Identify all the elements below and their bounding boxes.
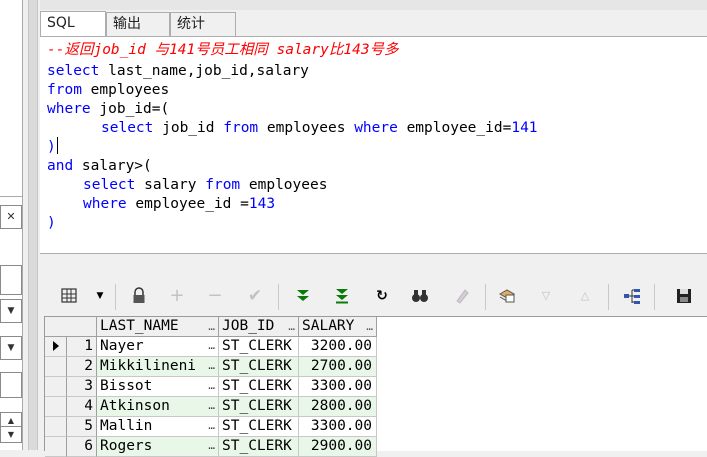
- row-indicator[interactable]: [45, 357, 67, 377]
- sql-line: where job_id=(: [47, 101, 170, 117]
- dock-combo[interactable]: [0, 265, 22, 295]
- table-cell-salary[interactable]: 3300.00: [299, 417, 377, 437]
- save-icon[interactable]: [674, 286, 694, 306]
- sql-line: select last_name,job_id,salary: [47, 63, 309, 79]
- filter-up-icon[interactable]: △: [575, 286, 595, 306]
- chevron-down-icon[interactable]: ▼: [0, 336, 22, 360]
- row-indicator[interactable]: [45, 377, 67, 397]
- fetch-next-icon[interactable]: [293, 286, 313, 306]
- table-cell-job-id[interactable]: ST_CLERK: [219, 337, 299, 357]
- clear-icon[interactable]: [452, 286, 472, 306]
- table-cell-salary[interactable]: 2700.00: [299, 357, 377, 377]
- row-number[interactable]: 6: [67, 437, 97, 457]
- table-cell-salary[interactable]: 3300.00: [299, 377, 377, 397]
- sql-line: select salary from employees: [83, 177, 328, 193]
- add-record-icon[interactable]: +: [167, 286, 187, 306]
- fetch-all-icon[interactable]: [332, 286, 352, 306]
- table-cell-last-name[interactable]: Mikkilineni…: [97, 357, 219, 377]
- sql-line: ): [47, 139, 56, 155]
- results-toolbar: ▼ + − ✔ ↻ ▽ △: [40, 270, 707, 316]
- find-icon[interactable]: [410, 286, 430, 306]
- table-cell-job-id[interactable]: ST_CLERK: [219, 437, 299, 457]
- column-header-label: LAST_NAME: [100, 318, 179, 334]
- row-number[interactable]: 4: [67, 397, 97, 417]
- post-record-icon[interactable]: ✔: [245, 286, 265, 306]
- sql-line: and salary>(: [47, 158, 152, 174]
- object-browser-area[interactable]: [0, 0, 22, 197]
- current-row-indicator[interactable]: [45, 337, 67, 357]
- table-cell-last-name[interactable]: Rogers…: [97, 437, 219, 457]
- lock-icon[interactable]: [129, 286, 149, 306]
- tab-bar: SQL 输出 统计: [40, 10, 707, 37]
- grid-corner-header: [45, 317, 97, 337]
- table-cell-salary[interactable]: 3200.00: [299, 337, 377, 357]
- row-number[interactable]: 2: [67, 357, 97, 377]
- sql-line: select job_id from employees where emplo…: [101, 120, 538, 136]
- chevron-down-icon[interactable]: ▼: [90, 286, 110, 306]
- close-icon[interactable]: ✕: [0, 205, 22, 229]
- export-tree-icon[interactable]: [622, 286, 642, 306]
- table-cell-job-id[interactable]: ST_CLERK: [219, 357, 299, 377]
- results-grid[interactable]: LAST_NAME… JOB_ID… SALARY… 1 Nayer… ST_C…: [44, 316, 707, 457]
- spinner-down-icon[interactable]: ▼: [0, 426, 22, 443]
- delete-record-icon[interactable]: −: [205, 286, 225, 306]
- refresh-icon[interactable]: ↻: [372, 286, 392, 306]
- table-cell-last-name[interactable]: Bissot…: [97, 377, 219, 397]
- query-by-example-icon[interactable]: [497, 286, 517, 306]
- row-number[interactable]: 5: [67, 417, 97, 437]
- table-cell-job-id[interactable]: ST_CLERK: [219, 417, 299, 437]
- sql-editor[interactable]: --返回job_id 与141号员工相同 salary比143号多 select…: [40, 36, 707, 254]
- sql-line: where employee_id =143: [83, 196, 276, 212]
- dock-field[interactable]: [0, 372, 22, 398]
- column-header-label: JOB_ID: [222, 318, 275, 334]
- column-header-job-id[interactable]: JOB_ID…: [219, 317, 299, 337]
- sql-line: ): [47, 215, 56, 231]
- row-indicator[interactable]: [45, 397, 67, 417]
- sql-line: from employees: [47, 82, 170, 98]
- left-dock-panel: ✕ ▼ ▼ ▲ ▼: [0, 0, 26, 450]
- row-indicator[interactable]: [45, 437, 67, 457]
- sql-comment: --返回job_id 与141号员工相同 salary比143号多: [47, 42, 399, 58]
- text-caret: [57, 137, 58, 154]
- results-panel: ▼ + − ✔ ↻ ▽ △ LAST_NAME … JOB_ID … SALAR…: [40, 254, 707, 457]
- table-cell-last-name[interactable]: Mallin…: [97, 417, 219, 437]
- table-cell-job-id[interactable]: ST_CLERK: [219, 397, 299, 417]
- grid-menu-icon[interactable]: [60, 286, 80, 306]
- column-header-label: SALARY: [302, 318, 355, 334]
- row-indicator[interactable]: [45, 417, 67, 437]
- row-number[interactable]: 1: [67, 337, 97, 357]
- row-number[interactable]: 3: [67, 377, 97, 397]
- panel-splitter[interactable]: [26, 0, 40, 450]
- left-tree-strip: ✕ ▼ ▼ ▲ ▼: [0, 0, 23, 450]
- column-header-salary[interactable]: SALARY…: [299, 317, 377, 337]
- tab-output[interactable]: 输出: [106, 12, 170, 36]
- tab-statistics[interactable]: 统计: [170, 12, 236, 36]
- table-cell-job-id[interactable]: ST_CLERK: [219, 377, 299, 397]
- tab-sql[interactable]: SQL: [40, 11, 106, 37]
- table-cell-salary[interactable]: 2900.00: [299, 437, 377, 457]
- column-header-last-name[interactable]: LAST_NAME…: [97, 317, 219, 337]
- chevron-down-icon[interactable]: ▼: [0, 299, 22, 323]
- table-cell-last-name[interactable]: Atkinson…: [97, 397, 219, 417]
- filter-down-icon[interactable]: ▽: [536, 286, 556, 306]
- table-cell-salary[interactable]: 2800.00: [299, 397, 377, 417]
- table-cell-last-name[interactable]: Nayer…: [97, 337, 219, 357]
